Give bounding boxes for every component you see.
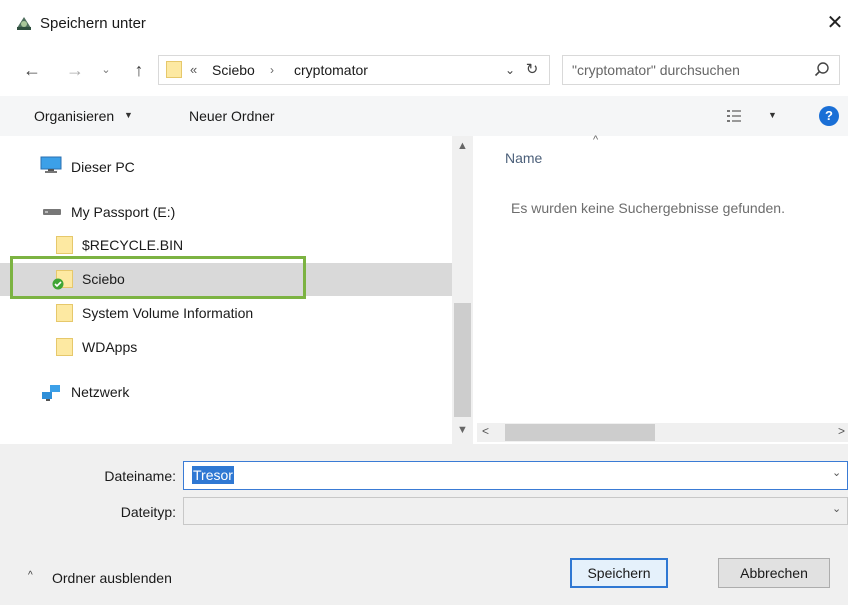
filetype-label: Dateityp: xyxy=(120,504,176,520)
filename-label: Dateiname: xyxy=(104,468,176,484)
highlight-annotation xyxy=(10,256,306,299)
new-folder-button[interactable]: Neuer Ordner xyxy=(189,107,275,125)
breadcrumb-separator[interactable]: › xyxy=(270,61,274,79)
chevron-down-icon[interactable]: ▼ xyxy=(124,110,133,120)
tree-item-label: Dieser PC xyxy=(71,159,135,175)
tree-item-my-passport[interactable]: My Passport (E:) xyxy=(0,197,452,227)
view-options-icon[interactable] xyxy=(726,108,742,124)
sort-ascending-icon: ^ xyxy=(593,134,599,146)
chevron-down-icon[interactable]: ⌄ xyxy=(832,466,841,479)
up-button[interactable]: ↑ xyxy=(126,58,152,84)
tree-scrollbar-thumb[interactable] xyxy=(454,303,471,417)
scroll-right-icon[interactable]: > xyxy=(838,424,845,438)
hide-folders-button[interactable]: Ordner ausblenden xyxy=(52,569,172,587)
window-title: Speichern unter xyxy=(40,15,146,32)
tree-item-dieser-pc[interactable]: Dieser PC xyxy=(0,152,452,182)
filetype-select[interactable] xyxy=(183,497,848,525)
address-dropdown-button[interactable]: ⌄ xyxy=(500,61,520,79)
folder-icon xyxy=(56,304,73,322)
pc-icon xyxy=(40,156,62,173)
folder-icon xyxy=(166,61,182,78)
tree-item-netzwerk[interactable]: Netzwerk xyxy=(0,377,452,407)
breadcrumb-cryptomator[interactable]: cryptomator xyxy=(294,61,368,79)
tree-item-system-volume-information[interactable]: System Volume Information xyxy=(0,298,452,328)
breadcrumb-sciebo[interactable]: Sciebo xyxy=(212,61,255,79)
scroll-down-icon[interactable]: ▼ xyxy=(452,424,473,440)
empty-results-message: Es wurden keine Suchergebnisse gefunden. xyxy=(511,200,785,216)
forward-button[interactable]: → xyxy=(62,58,88,84)
tree-item-wdapps[interactable]: WDApps xyxy=(0,332,452,362)
column-header-name[interactable]: Name xyxy=(505,149,542,167)
scroll-left-icon[interactable]: < xyxy=(482,424,489,438)
tree-item-label: WDApps xyxy=(82,339,138,355)
tree-item-label: System Volume Information xyxy=(82,305,254,321)
back-button[interactable]: ← xyxy=(18,58,46,84)
close-button[interactable]: ✕ xyxy=(822,10,848,38)
folder-icon xyxy=(56,338,73,356)
chevron-up-icon[interactable]: ^ xyxy=(28,570,33,581)
recent-locations-button[interactable]: ⌄ xyxy=(96,58,116,84)
save-button[interactable]: Speichern xyxy=(570,558,668,588)
refresh-button[interactable]: ↻ xyxy=(520,59,544,81)
chevron-down-icon[interactable]: ⌄ xyxy=(832,502,841,515)
cryptomator-icon xyxy=(17,17,31,30)
scroll-up-icon[interactable]: ▲ xyxy=(452,140,473,156)
drive-icon xyxy=(43,209,61,215)
tree-item-label: Netzwerk xyxy=(71,384,130,400)
content-scrollbar-thumb[interactable] xyxy=(505,424,655,441)
folder-icon xyxy=(56,236,73,254)
filename-value[interactable]: Tresor xyxy=(192,466,234,484)
search-icon[interactable] xyxy=(812,60,832,80)
network-icon xyxy=(42,385,60,401)
filename-field[interactable] xyxy=(183,461,848,490)
search-placeholder: "cryptomator" durchsuchen xyxy=(572,62,740,78)
tree-item-label: $RECYCLE.BIN xyxy=(82,237,184,253)
cancel-button[interactable]: Abbrechen xyxy=(718,558,830,588)
chevron-down-icon[interactable]: ▼ xyxy=(768,110,777,120)
breadcrumb-overflow[interactable]: « xyxy=(190,61,197,79)
help-button[interactable]: ? xyxy=(819,106,839,126)
tree-item-label: My Passport (E:) xyxy=(71,204,176,220)
organize-button[interactable]: Organisieren xyxy=(34,107,114,125)
